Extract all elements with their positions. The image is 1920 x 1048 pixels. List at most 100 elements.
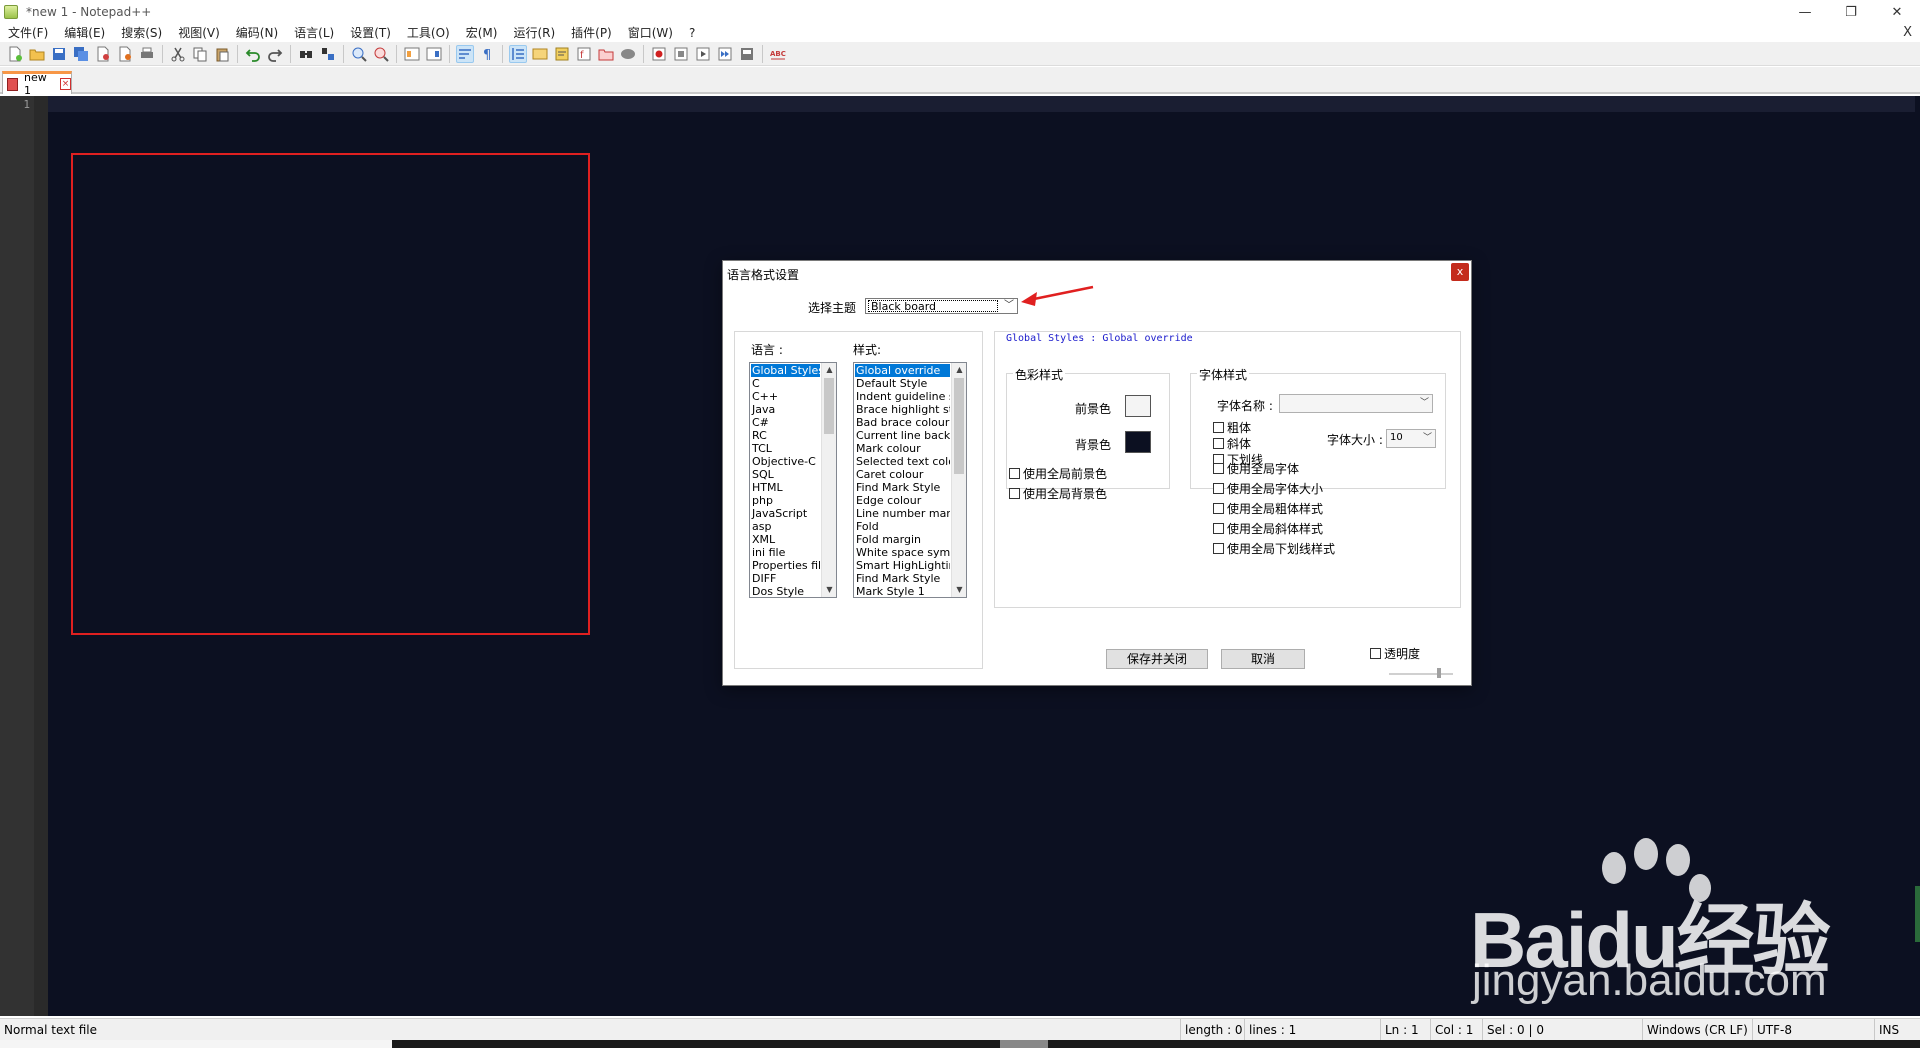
monitor-icon[interactable] xyxy=(619,45,637,63)
scroll-thumb[interactable] xyxy=(824,378,834,434)
language-item[interactable]: C# xyxy=(751,416,820,429)
language-item[interactable]: ini file xyxy=(751,546,820,559)
scroll-thumb[interactable] xyxy=(954,378,964,474)
style-item[interactable]: Smart HighLighting xyxy=(855,559,950,572)
close-icon[interactable] xyxy=(94,45,112,63)
function-list-icon[interactable]: f xyxy=(575,45,593,63)
menu-encoding[interactable]: 编码(N) xyxy=(228,24,286,42)
language-item[interactable]: DIFF xyxy=(751,572,820,585)
udl-icon[interactable] xyxy=(531,45,549,63)
paste-icon[interactable] xyxy=(213,45,231,63)
style-item[interactable]: Selected text colour xyxy=(855,455,950,468)
cancel-button[interactable]: 取消 xyxy=(1221,649,1305,669)
new-file-icon[interactable] xyxy=(6,45,24,63)
style-item[interactable]: Edge colour xyxy=(855,494,950,507)
replace-icon[interactable] xyxy=(319,45,337,63)
scroll-up-icon[interactable]: ▲ xyxy=(822,363,836,377)
stop-record-icon[interactable] xyxy=(672,45,690,63)
use-global-underline-checkbox[interactable]: 使用全局下划线样式 xyxy=(1213,540,1335,557)
open-file-icon[interactable] xyxy=(28,45,46,63)
cut-icon[interactable] xyxy=(169,45,187,63)
style-item[interactable]: Current line background xyxy=(855,429,950,442)
play-macro-icon[interactable] xyxy=(694,45,712,63)
close-document-button[interactable]: X xyxy=(1903,24,1912,42)
fold-margin[interactable] xyxy=(34,96,48,1016)
style-item[interactable]: Fold xyxy=(855,520,950,533)
doc-map-icon[interactable] xyxy=(553,45,571,63)
close-window-button[interactable]: ✕ xyxy=(1874,0,1920,24)
background-color-swatch[interactable] xyxy=(1125,431,1151,453)
style-item[interactable]: Global override xyxy=(854,363,951,378)
foreground-color-swatch[interactable] xyxy=(1125,395,1151,417)
menu-settings[interactable]: 设置(T) xyxy=(342,24,399,42)
style-item[interactable]: Caret colour xyxy=(855,468,950,481)
menu-search[interactable]: 搜索(S) xyxy=(113,24,170,42)
style-item[interactable]: Mark Style 1 xyxy=(855,585,950,597)
scroll-up-icon[interactable]: ▲ xyxy=(952,363,966,377)
style-item[interactable]: Find Mark Style xyxy=(855,572,950,585)
save-close-button[interactable]: 保存并关闭 xyxy=(1106,649,1208,669)
sync-v-icon[interactable] xyxy=(403,45,421,63)
use-global-bg-checkbox[interactable]: 使用全局背景色 xyxy=(1009,485,1107,502)
language-item[interactable]: C xyxy=(751,377,820,390)
tab-close-icon[interactable]: × xyxy=(59,78,71,90)
transparency-slider[interactable] xyxy=(1389,673,1453,675)
style-item[interactable]: Default Style xyxy=(855,377,950,390)
style-listbox[interactable]: Global override Default Style Indent gui… xyxy=(853,362,967,598)
use-global-font-checkbox[interactable]: 使用全局字体 xyxy=(1213,460,1299,477)
print-icon[interactable] xyxy=(138,45,156,63)
bold-checkbox[interactable]: 粗体 xyxy=(1213,419,1251,436)
wrap-icon[interactable] xyxy=(456,44,474,63)
transparency-slider-thumb[interactable] xyxy=(1437,668,1441,678)
menu-macro[interactable]: 宏(M) xyxy=(458,24,506,42)
language-scrollbar[interactable]: ▲ ▼ xyxy=(821,363,836,597)
sync-h-icon[interactable] xyxy=(425,45,443,63)
tab-new-1[interactable]: new 1 × xyxy=(2,71,72,97)
language-item[interactable]: asp xyxy=(751,520,820,533)
use-global-fg-checkbox[interactable]: 使用全局前景色 xyxy=(1009,465,1107,482)
save-icon[interactable] xyxy=(50,45,68,63)
zoom-in-icon[interactable] xyxy=(350,45,368,63)
language-item[interactable]: XML xyxy=(751,533,820,546)
record-macro-icon[interactable] xyxy=(650,45,668,63)
font-name-select[interactable]: ﹀ xyxy=(1279,394,1433,413)
style-item[interactable]: Bad brace colour xyxy=(855,416,950,429)
minimize-button[interactable]: — xyxy=(1782,0,1828,24)
copy-icon[interactable] xyxy=(191,45,209,63)
style-item[interactable]: Fold margin xyxy=(855,533,950,546)
spellcheck-icon[interactable]: ABC xyxy=(769,45,787,63)
save-all-icon[interactable] xyxy=(72,45,90,63)
zoom-out-icon[interactable] xyxy=(372,45,390,63)
language-item[interactable]: JavaScript xyxy=(751,507,820,520)
language-item[interactable]: Objective-C xyxy=(751,455,820,468)
folder-workspace-icon[interactable] xyxy=(597,45,615,63)
use-global-bold-checkbox[interactable]: 使用全局粗体样式 xyxy=(1213,500,1323,517)
restore-button[interactable]: ❐ xyxy=(1828,0,1874,24)
menu-plugins[interactable]: 插件(P) xyxy=(563,24,620,42)
font-size-select[interactable]: 10 ﹀ xyxy=(1386,429,1436,448)
language-item[interactable]: RC xyxy=(751,429,820,442)
menu-help[interactable]: ? xyxy=(681,24,703,42)
play-multi-icon[interactable] xyxy=(716,45,734,63)
find-icon[interactable] xyxy=(297,45,315,63)
show-all-chars-icon[interactable]: ¶ xyxy=(478,45,496,63)
scroll-down-icon[interactable]: ▼ xyxy=(822,583,836,597)
menu-language[interactable]: 语言(L) xyxy=(286,24,342,42)
language-item[interactable]: HTML xyxy=(751,481,820,494)
style-item[interactable]: Find Mark Style xyxy=(855,481,950,494)
language-item[interactable]: Properties file xyxy=(751,559,820,572)
close-all-icon[interactable] xyxy=(116,45,134,63)
menu-edit[interactable]: 编辑(E) xyxy=(56,24,113,42)
theme-select[interactable]: Black board ﹀ xyxy=(865,298,1018,314)
style-item[interactable]: Brace highlight style xyxy=(855,403,950,416)
redo-icon[interactable] xyxy=(266,45,284,63)
language-listbox[interactable]: Global Styles C C++ Java C# RC TCL Objec… xyxy=(749,362,837,598)
italic-checkbox[interactable]: 斜体 xyxy=(1213,435,1251,452)
style-item[interactable]: Mark colour xyxy=(855,442,950,455)
menu-tools[interactable]: 工具(O) xyxy=(399,24,458,42)
language-item[interactable]: Dos Style xyxy=(751,585,820,597)
vertical-scrollbar[interactable] xyxy=(1915,96,1920,1016)
language-item[interactable]: C++ xyxy=(751,390,820,403)
language-item[interactable]: Java xyxy=(751,403,820,416)
save-macro-icon[interactable] xyxy=(738,45,756,63)
